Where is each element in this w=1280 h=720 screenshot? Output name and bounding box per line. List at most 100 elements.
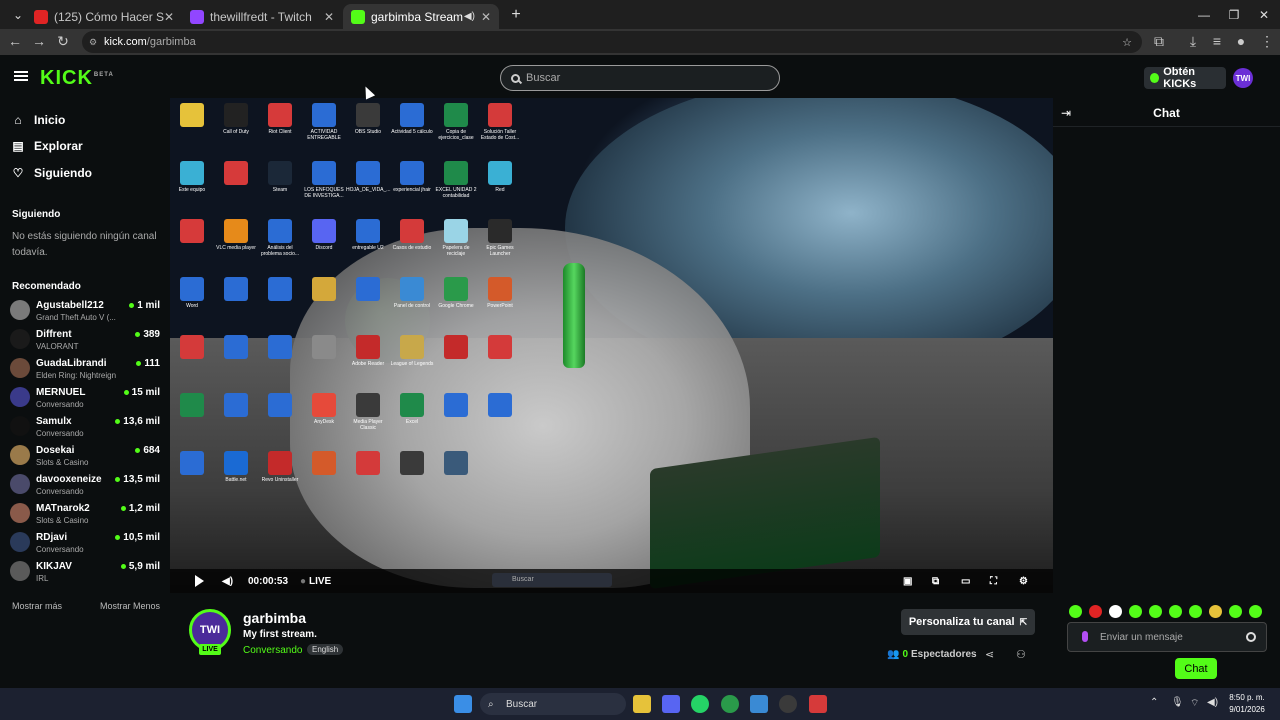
emote-icon[interactable] <box>1249 605 1262 618</box>
show-more-link[interactable]: Mostrar más <box>12 601 62 611</box>
site-info-icon[interactable]: ⚙ <box>89 37 97 48</box>
browser-tab-twitch[interactable]: thewillfredt - Twitch ✕ <box>182 4 342 29</box>
send-chat-button[interactable]: Chat <box>1175 658 1217 679</box>
media-icon[interactable]: ≡ <box>1208 33 1226 49</box>
viewer-count: 13,6 mil <box>115 416 160 427</box>
bookmark-star-icon[interactable]: ☆ <box>1122 36 1132 49</box>
desktop-icon <box>224 161 248 185</box>
stream-category[interactable]: Conversando <box>243 645 302 656</box>
url-field[interactable]: ⚙ kick.com/garbimba ☆ <box>82 31 1142 53</box>
channel-name[interactable]: garbimba <box>243 610 306 626</box>
chat-input[interactable]: Enviar un mensaje <box>1067 622 1267 652</box>
close-window-button[interactable]: ✕ <box>1248 0 1280 29</box>
recommended-channel[interactable]: Dosekai Slots & Casino 684 <box>10 442 160 470</box>
profile-icon[interactable]: ● <box>1232 33 1250 49</box>
extensions-icon[interactable]: ⧉ <box>1150 33 1168 50</box>
volume-icon[interactable]: ◀) <box>222 576 233 587</box>
channel-category: Conversando <box>36 429 84 438</box>
theater-icon[interactable]: ▭ <box>961 576 970 587</box>
show-less-link[interactable]: Mostrar Menos <box>100 601 160 611</box>
recommended-channel[interactable]: KIKJAV IRL 5,9 mil <box>10 558 160 586</box>
close-tab-icon[interactable]: ✕ <box>481 10 491 24</box>
desktop-icon: Battle.net <box>224 451 248 483</box>
emote-icon[interactable] <box>1189 605 1202 618</box>
taskbar-search[interactable]: ⌕ Buscar <box>480 693 626 715</box>
close-tab-icon[interactable]: ✕ <box>164 10 174 24</box>
reload-icon[interactable]: ↻ <box>54 33 72 50</box>
emote-icon[interactable] <box>1169 605 1182 618</box>
language-tag[interactable]: English <box>307 644 344 655</box>
emote-icon[interactable] <box>1129 605 1142 618</box>
speaker-icon[interactable]: ◀) <box>1207 697 1218 708</box>
logo-text: KICK <box>40 67 93 89</box>
recommended-channel[interactable]: GuadaLibrandi Elden Ring: Nightreign 111 <box>10 355 160 383</box>
emote-icon[interactable] <box>1149 605 1162 618</box>
taskbar-clock[interactable]: 8:50 p. m. 9/01/2026 <box>1226 692 1268 716</box>
emoji-icon[interactable] <box>1246 632 1256 642</box>
tray-chevron-icon[interactable]: ⌃ <box>1150 697 1158 708</box>
back-icon[interactable]: ← <box>6 33 24 49</box>
minimize-button[interactable]: — <box>1188 0 1220 29</box>
mic-tray-icon[interactable]: 🎙 <box>1171 697 1184 708</box>
whatsapp-icon[interactable] <box>691 695 709 713</box>
obs-icon[interactable] <box>779 695 797 713</box>
browser-tab-youtube[interactable]: (125) Cómo Hacer Streams en K ✕ <box>26 4 182 29</box>
kicks-label: Obtén KICKs <box>1163 66 1197 90</box>
desktop-icon <box>444 393 468 417</box>
teams-icon[interactable] <box>662 695 680 713</box>
emote-icon[interactable] <box>1209 605 1222 618</box>
desktop-icon <box>180 451 204 475</box>
audio-icon[interactable]: ◀) <box>464 11 475 22</box>
desktop-icon-label: Google Chrome <box>438 303 474 309</box>
browser-tab-kick[interactable]: garbimba Stream - Watch Live ◀) ✕ <box>343 4 499 29</box>
clip-icon[interactable]: ⧉ <box>932 576 939 587</box>
menu-icon[interactable] <box>14 71 28 81</box>
nav-item-explorar[interactable]: ▤ Explorar <box>12 137 82 155</box>
get-kicks-button[interactable]: Obtén KICKs <box>1144 66 1226 90</box>
video-player[interactable]: Call of Duty Riot Client ACTIVIDAD ENTREGA… <box>170 98 1053 593</box>
new-tab-button[interactable]: + <box>500 0 532 29</box>
nav-item-siguiendo[interactable]: ♡ Siguiendo <box>12 164 92 182</box>
desktop-icon: Google Chrome <box>438 277 474 309</box>
fullscreen-icon[interactable]: ⛶ <box>990 576 997 587</box>
tab-title: thewillfredt - Twitch <box>210 9 312 24</box>
close-tab-icon[interactable]: ✕ <box>324 10 334 24</box>
channel-name: Dosekai <box>36 445 75 456</box>
wifi-icon[interactable]: ⌔ <box>1190 697 1199 710</box>
browser-menu-icon[interactable]: ⋮ <box>1258 33 1276 50</box>
chat-header: ⇥ Chat <box>1053 99 1280 127</box>
file-explorer-icon[interactable] <box>633 695 651 713</box>
recommended-channel[interactable]: MERNUEL Conversando 15 mil <box>10 384 160 412</box>
follow-user-icon[interactable]: ⚇ <box>1016 648 1026 661</box>
settings-icon[interactable]: ⚙ <box>1019 576 1028 587</box>
windows-start-icon[interactable] <box>454 695 472 713</box>
riot-icon[interactable] <box>809 695 827 713</box>
viewer-count: 389 <box>135 329 160 340</box>
channel-avatar <box>10 474 30 494</box>
emote-icon[interactable] <box>1229 605 1242 618</box>
download-icon[interactable]: ⤓ <box>1184 33 1202 50</box>
recommended-channel[interactable]: RDjavi Conversando 10,5 mil <box>10 529 160 557</box>
user-avatar[interactable]: TWI <box>1233 68 1253 88</box>
recommended-channel[interactable]: Agustabell212 Grand Theft Auto V (... 1 mi… <box>10 297 160 325</box>
chrome-icon[interactable] <box>721 695 739 713</box>
recommended-channel[interactable]: MATnarok2 Slots & Casino 1,2 mil <box>10 500 160 528</box>
search-input[interactable]: Buscar <box>500 65 780 91</box>
maximize-button[interactable]: ❐ <box>1218 0 1250 29</box>
recommended-channel[interactable]: Samulx Conversando 13,6 mil <box>10 413 160 441</box>
desktop-icon-label: Word <box>186 303 198 309</box>
customize-channel-button[interactable]: Personaliza tu canal ⇱ <box>901 609 1035 635</box>
nav-item-inicio[interactable]: ⌂ Inicio <box>12 111 65 129</box>
share-icon[interactable]: ⋖ <box>985 648 994 661</box>
recommended-channel[interactable]: Diffrent VALORANT 389 <box>10 326 160 354</box>
app-icon[interactable] <box>750 695 768 713</box>
microphone-icon[interactable] <box>1082 631 1088 642</box>
play-icon[interactable] <box>195 575 204 587</box>
kick-logo[interactable]: KICKBETA <box>40 67 114 90</box>
emote-icon[interactable] <box>1069 605 1082 618</box>
miniplayer-icon[interactable]: ▣ <box>903 576 912 587</box>
emote-icon[interactable] <box>1109 605 1122 618</box>
recommended-channel[interactable]: davooxeneize Conversando 13,5 mil <box>10 471 160 499</box>
emote-icon[interactable] <box>1089 605 1102 618</box>
forward-icon[interactable]: → <box>30 33 48 49</box>
